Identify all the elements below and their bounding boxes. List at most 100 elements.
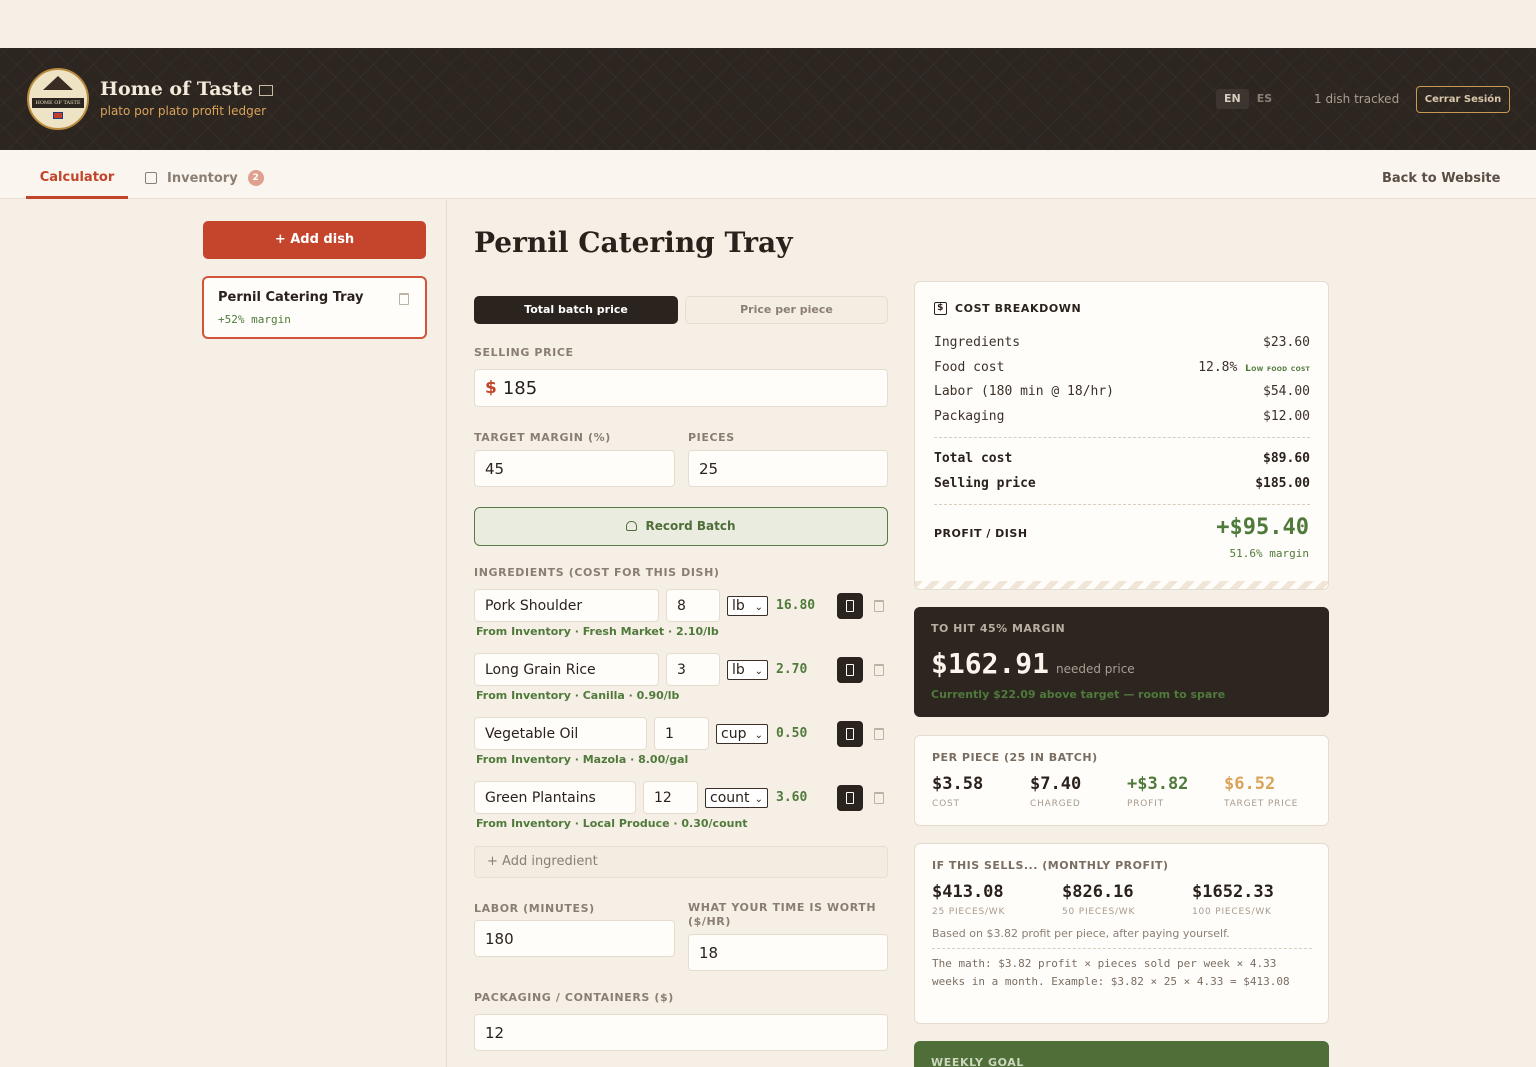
- divider: [932, 948, 1312, 949]
- ingredient-unit-select[interactable]: lb ⌄: [727, 660, 768, 680]
- breakdown-packaging-row: Packaging $12.00: [934, 409, 1310, 424]
- monthly-50-caption: 50 PIECES/WK: [1062, 907, 1136, 917]
- delete-ingredient-icon[interactable]: [874, 728, 884, 740]
- lang-es-button[interactable]: ES: [1249, 89, 1280, 109]
- ingredient-source: From Inventory · Local Produce · 0.30/co…: [476, 817, 748, 830]
- per-piece-target-caption: TARGET PRICE: [1224, 799, 1299, 809]
- needed-price: $162.91: [931, 647, 1050, 680]
- record-batch-label: Record Batch: [645, 519, 736, 533]
- tab-inventory[interactable]: Inventory 2: [145, 170, 264, 186]
- lang-en-button[interactable]: EN: [1216, 89, 1249, 109]
- pieces-input[interactable]: 25: [688, 450, 888, 487]
- monthly-100: $1652.33: [1192, 882, 1274, 902]
- chevron-down-icon: ⌄: [754, 730, 763, 741]
- labor-minutes-input[interactable]: 180: [474, 920, 675, 957]
- divider: [934, 437, 1310, 438]
- mode-total-batch-button[interactable]: Total batch price: [474, 296, 678, 324]
- monthly-title: IF THIS SELLS... (MONTHLY PROFIT): [932, 859, 1169, 872]
- ingredient-qty-input[interactable]: 12: [643, 781, 698, 814]
- dishes-tracked-count: 1 dish tracked: [1314, 92, 1400, 106]
- add-ingredient-button[interactable]: + Add ingredient: [474, 846, 888, 878]
- record-batch-button[interactable]: Record Batch: [474, 507, 888, 546]
- brand-subtitle: plato por plato profit ledger: [100, 104, 267, 118]
- needed-price-note: needed price: [1056, 662, 1135, 676]
- currency-symbol: $: [485, 378, 497, 398]
- chef-hat-icon: [626, 521, 638, 531]
- signout-button[interactable]: Cerrar Sesión: [1416, 86, 1510, 113]
- monthly-25: $413.08: [932, 882, 1004, 902]
- add-dish-button[interactable]: + Add dish: [203, 221, 426, 259]
- monthly-profit-card: IF THIS SELLS... (MONTHLY PROFIT) $413.0…: [914, 843, 1329, 1024]
- target-title: TO HIT 45% MARGIN: [931, 622, 1066, 635]
- brand-logo[interactable]: HOME OF TASTE: [27, 68, 89, 130]
- delete-ingredient-icon[interactable]: [874, 600, 884, 612]
- ingredient-unit-select[interactable]: lb ⌄: [727, 596, 768, 616]
- profit-label: PROFIT / DISH: [934, 527, 1028, 540]
- breakdown-ingredients-row: Ingredients $23.60: [934, 335, 1310, 350]
- cost-breakdown-title: $ COST BREAKDOWN: [934, 302, 1081, 315]
- dish-sidebar: + Add dish Pernil Catering Tray +52% mar…: [0, 200, 447, 1067]
- breakdown-total-row: Total cost $89.60: [934, 451, 1310, 466]
- chevron-down-icon: ⌄: [754, 794, 763, 805]
- ingredient-unit-select[interactable]: count ⌄: [705, 788, 768, 808]
- breakdown-food-cost-row: Food cost 12.8% Low food cost: [934, 360, 1310, 375]
- ingredient-inventory-button[interactable]: [837, 593, 863, 619]
- ingredient-name-input[interactable]: Green Plantains: [474, 781, 636, 814]
- receipt-edge: [915, 581, 1328, 589]
- per-piece-charged-caption: CHARGED: [1030, 799, 1081, 809]
- ingredient-source: From Inventory · Canilla · 0.90/lb: [476, 689, 680, 702]
- monthly-note: Based on $3.82 profit per piece, after p…: [932, 927, 1230, 940]
- packaging-label: PACKAGING / CONTAINERS ($): [474, 991, 674, 1004]
- monthly-100-caption: 100 PIECES/WK: [1192, 907, 1272, 917]
- ingredient-source: From Inventory · Mazola · 8.00/gal: [476, 753, 689, 766]
- ingredient-name-input[interactable]: Pork Shoulder: [474, 589, 659, 622]
- page-title: Pernil Catering Tray: [474, 226, 793, 259]
- box-icon: [145, 172, 157, 184]
- ingredients-label: INGREDIENTS (COST FOR THIS DISH): [474, 566, 720, 579]
- weekly-goal-card: WEEKLY GOAL: [914, 1041, 1329, 1067]
- selling-price-value: 185: [502, 377, 538, 399]
- breakdown-selling-row: Selling price $185.00: [934, 476, 1310, 491]
- ingredient-inventory-button[interactable]: [837, 721, 863, 747]
- brand-title: Home of Taste: [100, 78, 274, 100]
- mode-per-piece-button[interactable]: Price per piece: [685, 296, 888, 324]
- delete-ingredient-icon[interactable]: [874, 664, 884, 676]
- target-margin-input[interactable]: 45: [474, 450, 675, 487]
- inventory-count-badge: 2: [247, 170, 264, 186]
- ingredient-qty-input[interactable]: 8: [666, 589, 720, 622]
- per-piece-title: PER PIECE (25 IN BATCH): [932, 751, 1098, 764]
- per-piece-card: PER PIECE (25 IN BATCH) $3.58 COST $7.40…: [914, 735, 1329, 826]
- delete-ingredient-icon[interactable]: [874, 792, 884, 804]
- hourly-rate-label: WHAT YOUR TIME IS WORTH ($/HR): [688, 901, 877, 928]
- ingredient-name-input[interactable]: Long Grain Rice: [474, 653, 659, 686]
- per-piece-cost: $3.58: [932, 774, 984, 794]
- flag-icon: [259, 85, 274, 96]
- ingredient-qty-input[interactable]: 1: [654, 717, 709, 750]
- logo-roof-shape: [43, 76, 73, 90]
- ingredient-name-input[interactable]: Vegetable Oil: [474, 717, 647, 750]
- hourly-rate-input[interactable]: 18: [688, 934, 888, 971]
- dish-margin: +52% margin: [218, 313, 291, 326]
- ingredient-inventory-button[interactable]: [837, 785, 863, 811]
- tab-calculator[interactable]: Calculator: [26, 150, 128, 199]
- profit-margin: 51.6% margin: [1229, 547, 1309, 560]
- food-cost-tag: Low food cost: [1245, 364, 1310, 374]
- weekly-goal-title: WEEKLY GOAL: [931, 1056, 1024, 1067]
- per-piece-profit-caption: PROFIT: [1127, 799, 1164, 809]
- labor-label: LABOR (MINUTES): [474, 902, 595, 915]
- monthly-math: The math: $3.82 profit × pieces sold per…: [932, 957, 1290, 988]
- ingredient-unit-select[interactable]: cup ⌄: [716, 724, 768, 744]
- ingredient-cost: 3.60: [776, 790, 808, 805]
- selling-price-label: SELLING PRICE: [474, 346, 574, 359]
- tab-inventory-label: Inventory: [167, 170, 238, 186]
- delete-dish-icon[interactable]: [399, 293, 409, 305]
- back-to-website-link[interactable]: Back to Website: [1382, 171, 1500, 186]
- selling-price-input[interactable]: $185: [474, 369, 888, 407]
- per-piece-cost-caption: COST: [932, 799, 960, 809]
- dish-list-item[interactable]: Pernil Catering Tray +52% margin: [202, 276, 427, 339]
- nav-tabs: Calculator Inventory 2: [0, 150, 1536, 199]
- ingredient-inventory-button[interactable]: [837, 657, 863, 683]
- packaging-input[interactable]: 12: [474, 1014, 888, 1051]
- ingredient-qty-input[interactable]: 3: [666, 653, 720, 686]
- ingredient-cost: 16.80: [776, 598, 816, 613]
